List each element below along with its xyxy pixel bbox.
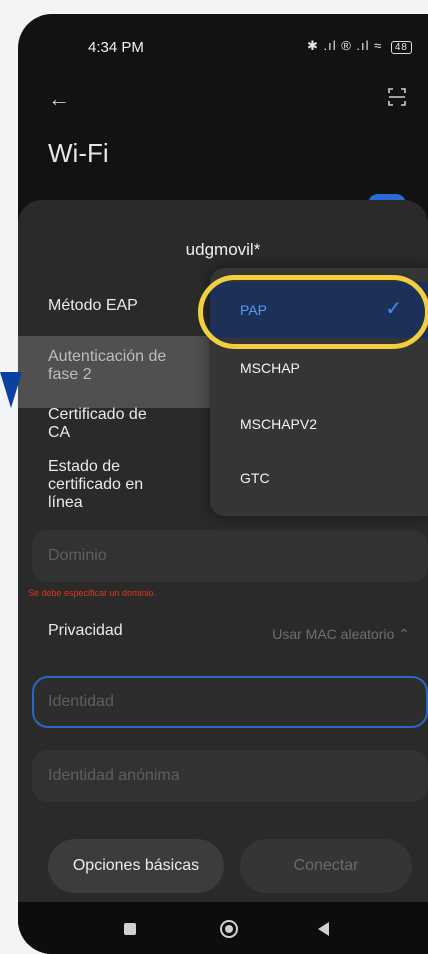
home-icon[interactable] bbox=[220, 920, 238, 938]
privacy-label: Privacidad bbox=[48, 622, 123, 639]
back-arrow-icon[interactable]: ← bbox=[48, 86, 70, 112]
ca-certificate-label[interactable]: Certificado de CA bbox=[48, 406, 168, 442]
highlight-ring bbox=[198, 275, 428, 349]
domain-error: Se debe especificar un dominio. bbox=[28, 588, 157, 598]
status-time: 4:34 PM bbox=[88, 39, 144, 56]
signal-icons: ✱ .ıl ® .ıl ≈ bbox=[306, 38, 383, 53]
online-cert-status-label[interactable]: Estado de certificado en línea bbox=[48, 458, 173, 512]
phase2-auth-label[interactable]: Autenticación de fase 2 bbox=[48, 348, 168, 384]
navigation-bar bbox=[18, 902, 428, 954]
chevron-updown-icon: ⌃ bbox=[398, 626, 410, 642]
scan-qr-icon[interactable] bbox=[388, 88, 406, 106]
connect-button[interactable]: Conectar bbox=[240, 839, 412, 893]
page-title: Wi-Fi bbox=[48, 138, 109, 168]
option-mschapv2[interactable]: MSCHAPV2 bbox=[210, 396, 428, 452]
back-nav-icon[interactable] bbox=[318, 922, 329, 936]
status-bar: 4:34 PM ✱ .ıl ® .ıl ≈ 48 bbox=[18, 14, 428, 74]
identity-field[interactable]: Identidad bbox=[32, 676, 428, 728]
option-label: MSCHAP bbox=[240, 360, 300, 376]
basic-options-button[interactable]: Opciones básicas bbox=[48, 839, 224, 893]
battery-icon: 48 bbox=[390, 41, 412, 54]
privacy-select[interactable]: Usar MAC aleatorio ⌃ bbox=[272, 626, 410, 643]
option-label: GTC bbox=[240, 470, 270, 486]
eap-method-label[interactable]: Método EAP bbox=[48, 297, 138, 315]
pointer-arrow-icon bbox=[0, 372, 22, 408]
option-label: MSCHAPV2 bbox=[240, 416, 318, 432]
status-icons: ✱ .ıl ® .ıl ≈ 48 bbox=[307, 38, 412, 54]
anonymous-identity-field[interactable]: Identidad anónima bbox=[32, 750, 428, 802]
recents-icon[interactable] bbox=[124, 923, 136, 935]
privacy-value: Usar MAC aleatorio bbox=[272, 626, 395, 642]
option-gtc[interactable]: GTC bbox=[210, 450, 428, 506]
domain-field[interactable]: Dominio bbox=[32, 530, 428, 582]
network-name: udgmovil* bbox=[185, 240, 261, 259]
